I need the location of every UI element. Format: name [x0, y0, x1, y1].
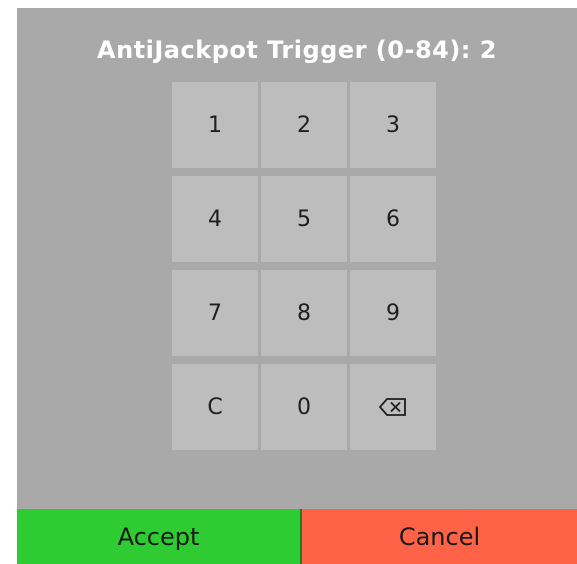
key-backspace[interactable]	[350, 364, 436, 450]
key-6[interactable]: 6	[350, 176, 436, 262]
key-8[interactable]: 8	[261, 270, 347, 356]
key-0[interactable]: 0	[261, 364, 347, 450]
key-9[interactable]: 9	[350, 270, 436, 356]
dialog-footer: Accept Cancel	[17, 509, 577, 564]
numeric-input-dialog: AntiJackpot Trigger (0-84): 2 1 2 3 4 5 …	[17, 8, 577, 564]
key-2[interactable]: 2	[261, 82, 347, 168]
key-clear[interactable]: C	[172, 364, 258, 450]
key-7[interactable]: 7	[172, 270, 258, 356]
keypad: 1 2 3 4 5 6 7 8 9 C 0	[172, 82, 436, 450]
key-5[interactable]: 5	[261, 176, 347, 262]
accept-button[interactable]: Accept	[17, 509, 302, 564]
key-1[interactable]: 1	[172, 82, 258, 168]
key-4[interactable]: 4	[172, 176, 258, 262]
cancel-button[interactable]: Cancel	[302, 509, 577, 564]
backspace-icon	[379, 397, 407, 417]
dialog-title: AntiJackpot Trigger (0-84): 2	[97, 36, 497, 64]
key-3[interactable]: 3	[350, 82, 436, 168]
